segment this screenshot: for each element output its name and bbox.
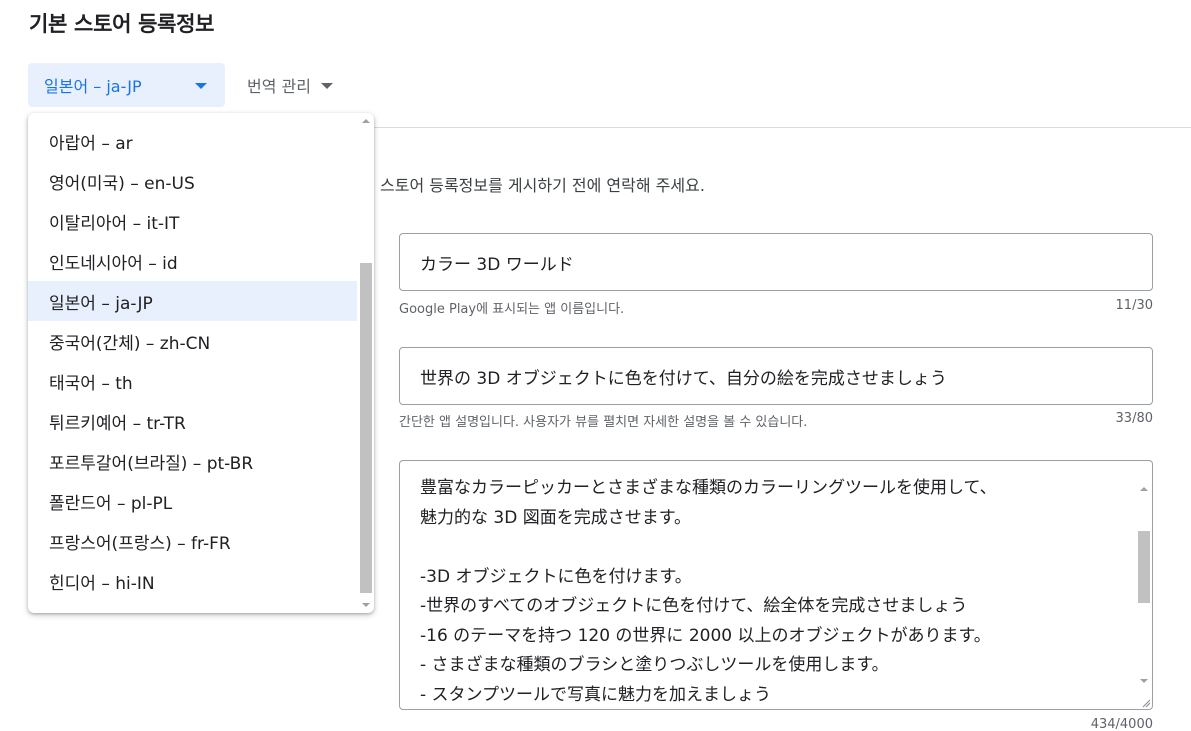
short-description-input[interactable]: 世界の 3D オブジェクトに色を付けて、自分の絵を完成させましょう <box>399 347 1153 405</box>
full-description-counter: 434/4000 <box>1090 717 1153 731</box>
short-description-counter: 33/80 <box>1115 411 1153 426</box>
language-option[interactable]: 프랑스어(프랑스) – fr-FR <box>28 521 357 561</box>
language-dropdown: 아랍어 – ar 영어(미국) – en-US 이탈리아어 – it-IT 인도네시아… <box>28 113 374 613</box>
short-description-value: 世界の 3D オブジェクトに色を付けて、自分の絵を完成させましょう <box>420 368 947 389</box>
resize-handle-icon[interactable] <box>1141 698 1151 708</box>
scroll-up-icon[interactable] <box>362 119 370 123</box>
textarea-scrollbar-thumb[interactable] <box>1138 531 1150 603</box>
caret-down-icon <box>320 83 333 89</box>
divider <box>370 127 1191 128</box>
language-select[interactable]: 일본어 – ja-JP <box>28 63 225 107</box>
app-name-counter: 11/30 <box>1115 298 1153 313</box>
language-option[interactable]: 폴란드어 – pl-PL <box>28 481 357 521</box>
caret-down-icon <box>195 83 207 89</box>
scroll-down-icon[interactable] <box>362 603 370 607</box>
language-option[interactable]: 일본어 – ja-JP <box>28 281 357 321</box>
language-option-list: 아랍어 – ar 영어(미국) – en-US 이탈리아어 – it-IT 인도네시아… <box>28 121 357 601</box>
language-option[interactable]: 포르투갈어(브라질) – pt-BR <box>28 441 357 481</box>
language-option[interactable]: 튀르키예어 – tr-TR <box>28 401 357 441</box>
language-option[interactable]: 중국어(간체) – zh-CN <box>28 321 357 361</box>
language-option[interactable]: 태국어 – th <box>28 361 357 401</box>
translation-manage-menu[interactable]: 번역 관리 <box>247 63 333 107</box>
language-option[interactable]: 인도네시아어 – id <box>28 241 357 281</box>
language-option[interactable]: 영어(미국) – en-US <box>28 161 357 201</box>
language-option[interactable]: 이탈리아어 – it-IT <box>28 201 357 241</box>
app-name-value: カラー 3D ワールド <box>420 254 574 275</box>
app-name-input[interactable]: カラー 3D ワールド <box>399 233 1153 291</box>
page-title: 기본 스토어 등록정보 <box>29 12 215 36</box>
language-select-value: 일본어 – ja-JP <box>44 77 142 96</box>
full-description-textarea[interactable]: 豊富なカラーピッカーとさまざまな種類のカラーリングツールを使用して、 魅力的な … <box>399 460 1153 710</box>
language-option[interactable]: 아랍어 – ar <box>28 121 357 161</box>
scroll-up-icon[interactable] <box>1140 487 1148 491</box>
notice-text: 스토어 등록정보를 게시하기 전에 연락해 주세요. <box>380 176 705 195</box>
translation-manage-label: 번역 관리 <box>247 77 311 96</box>
scroll-down-icon[interactable] <box>1140 679 1148 683</box>
short-description-hint: 간단한 앱 설명입니다. 사용자가 뷰를 펼치면 자세한 설명을 볼 수 있습니… <box>399 415 808 430</box>
dropdown-scrollbar-thumb[interactable] <box>360 263 372 593</box>
language-option[interactable]: 힌디어 – hi-IN <box>28 561 357 601</box>
full-description-value: 豊富なカラーピッカーとさまざまな種類のカラーリングツールを使用して、 魅力的な … <box>420 478 997 705</box>
app-name-hint: Google Play에 표시되는 앱 이름입니다. <box>399 302 625 317</box>
